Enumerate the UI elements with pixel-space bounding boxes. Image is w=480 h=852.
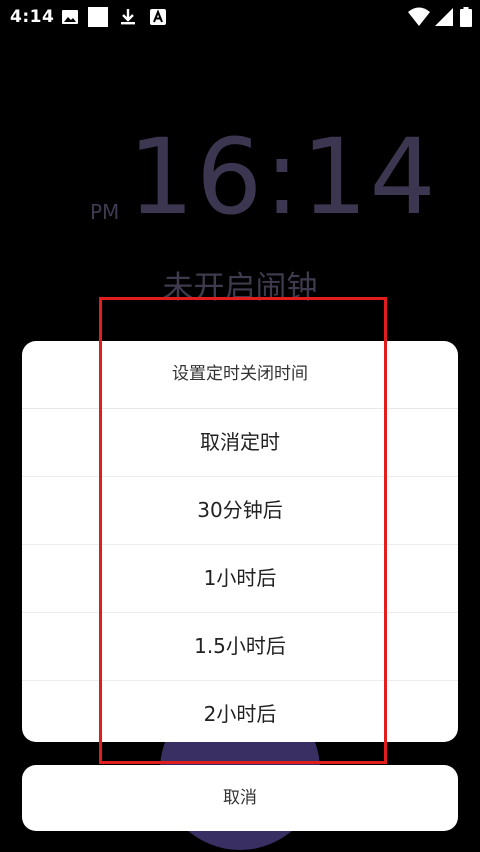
wifi-icon	[408, 7, 430, 26]
clock-ampm: PM	[90, 200, 120, 224]
signal-icon	[435, 8, 453, 26]
image-icon	[62, 10, 78, 24]
square-icon	[88, 7, 108, 27]
battery-icon	[460, 7, 472, 27]
clock-display: PM 16:14	[0, 120, 480, 240]
option-1-5-hours[interactable]: 1.5小时后	[22, 613, 458, 681]
sheet-title: 设置定时关闭时间	[22, 341, 458, 409]
option-1-hour[interactable]: 1小时后	[22, 545, 458, 613]
alarm-status-text: 未开启闹钟	[162, 270, 318, 306]
clock-time: 16:14	[128, 116, 438, 238]
download-icon	[121, 9, 135, 25]
cancel-button[interactable]: 取消	[22, 765, 458, 831]
option-cancel-timer[interactable]: 取消定时	[22, 409, 458, 477]
status-time: 4:14	[10, 7, 55, 27]
text-a-icon	[150, 9, 166, 25]
status-bar: 4:14	[0, 0, 480, 34]
option-2-hours[interactable]: 2小时后	[22, 681, 458, 742]
timer-options-sheet: 设置定时关闭时间 取消定时 30分钟后 1小时后 1.5小时后 2小时后	[22, 341, 458, 742]
option-30-minutes[interactable]: 30分钟后	[22, 477, 458, 545]
